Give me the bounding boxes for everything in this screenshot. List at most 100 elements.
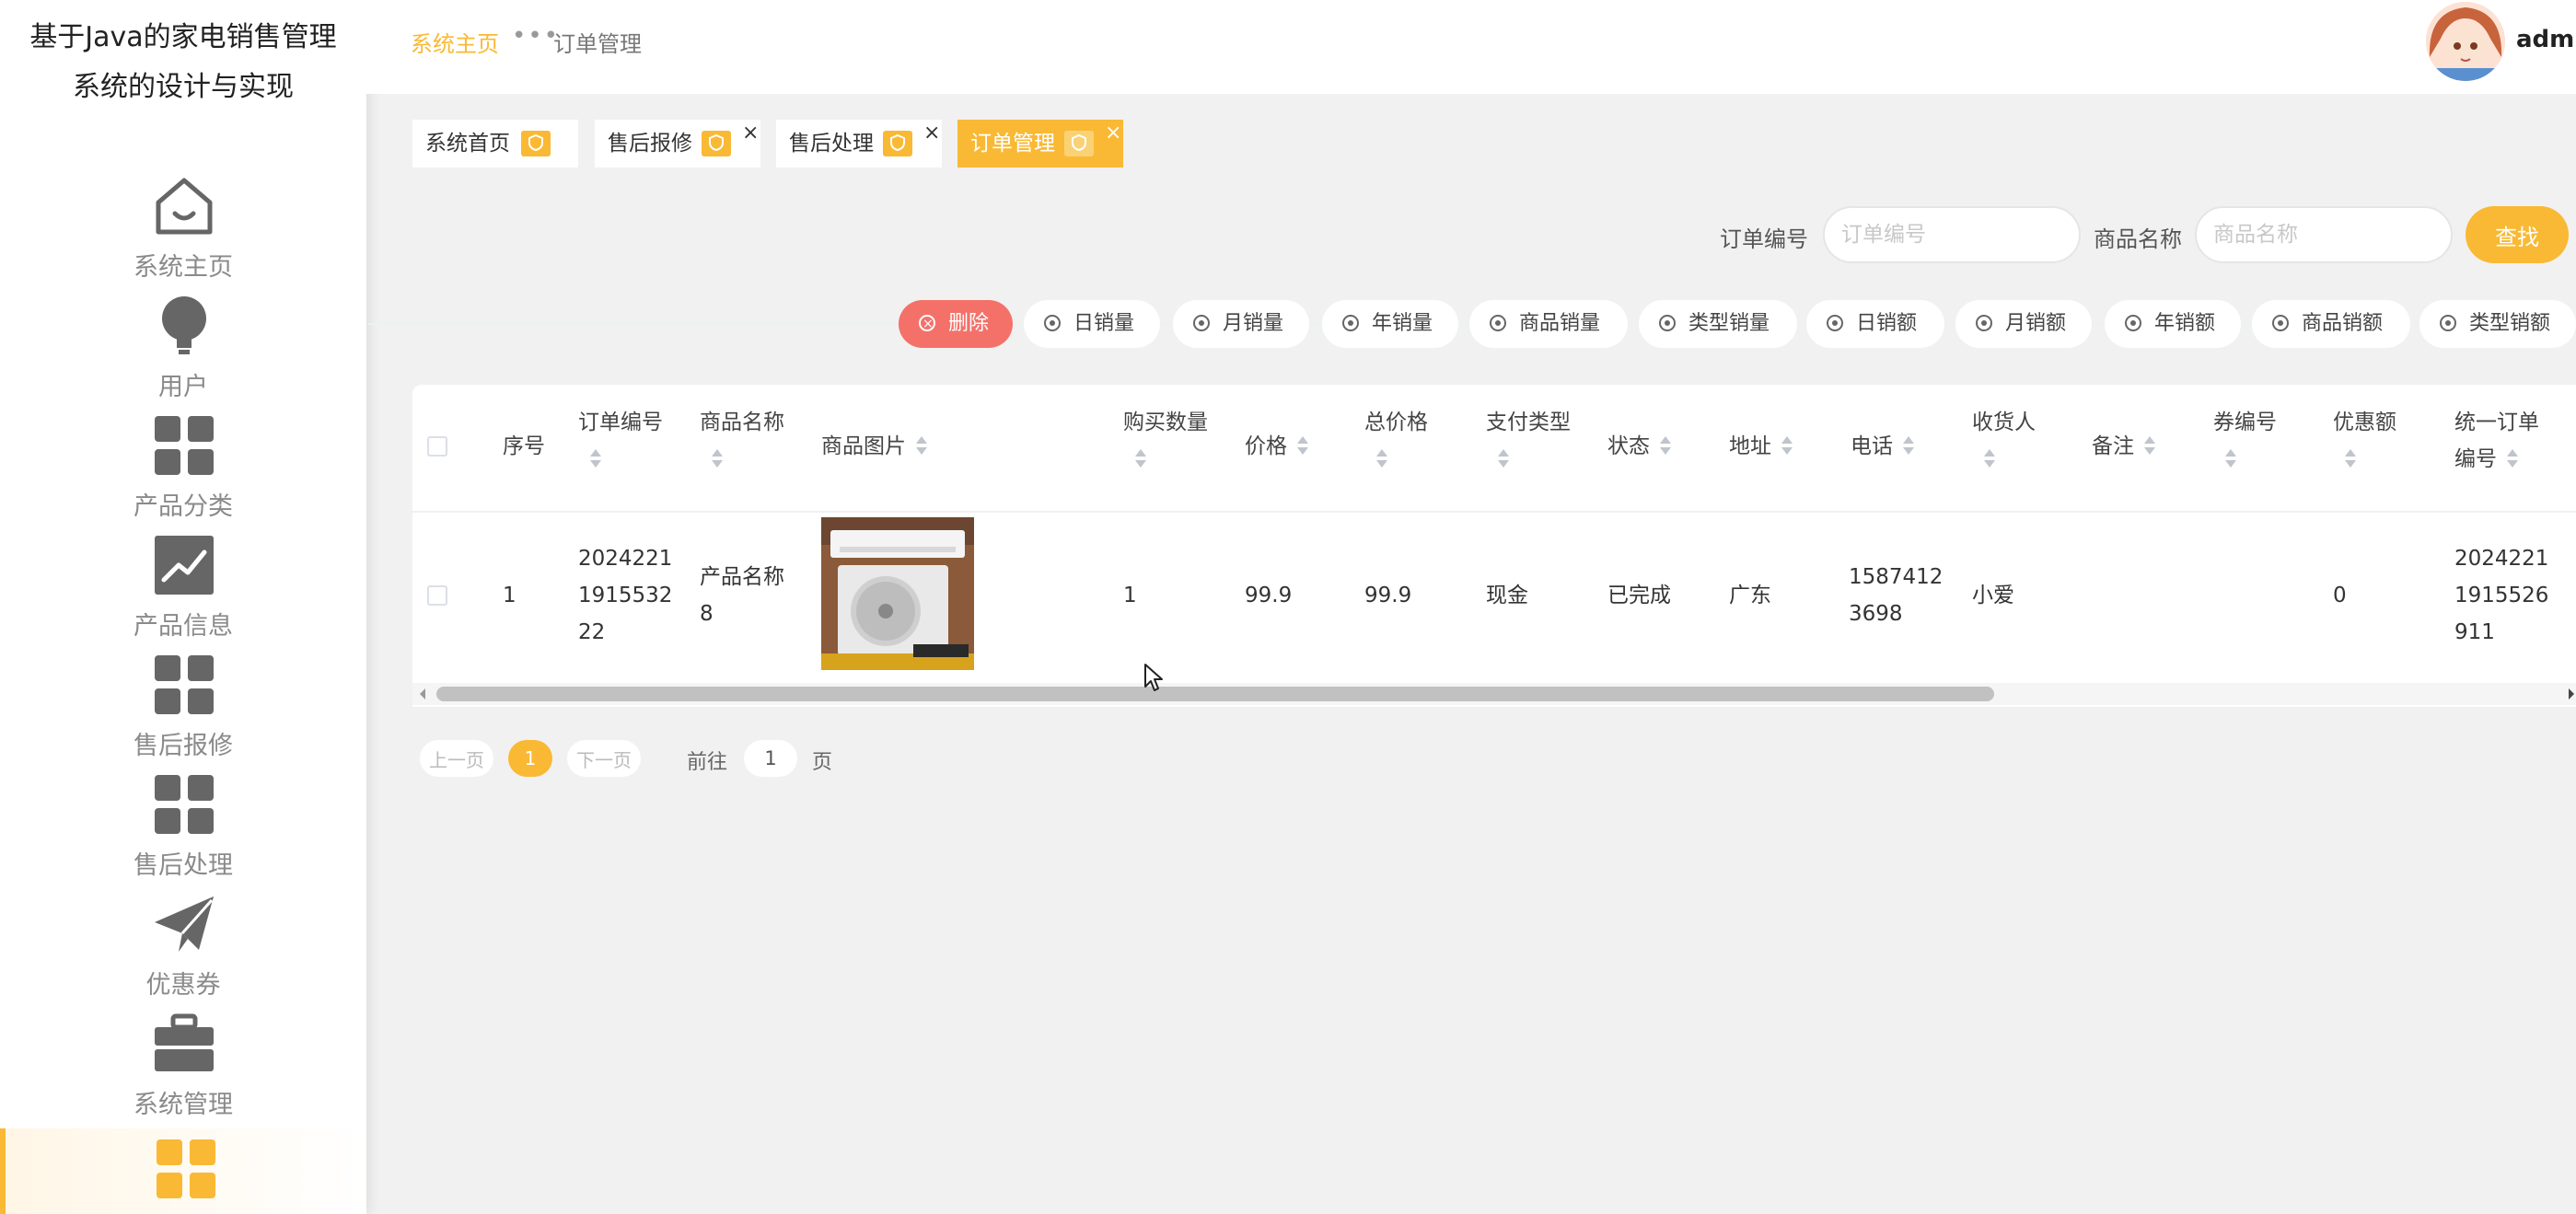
product-image[interactable]	[821, 517, 974, 670]
sidebar-item-user[interactable]: 用户	[0, 285, 366, 405]
user-name[interactable]: admin	[2516, 26, 2576, 53]
sort-icon[interactable]	[2506, 449, 2519, 469]
product-name-input[interactable]	[2195, 206, 2453, 263]
sidebar-item-label: 产品分类	[133, 492, 233, 521]
col-header-coupon-number[interactable]: 券编号	[2213, 405, 2277, 440]
order-number-input[interactable]	[1823, 206, 2081, 263]
grid-icon	[157, 1139, 215, 1198]
cell-order-number-line3: 22	[578, 620, 606, 644]
col-header-pay-type[interactable]: 支付类型	[1486, 405, 1571, 440]
sort-icon[interactable]	[915, 436, 928, 457]
col-header-product-image[interactable]: 商品图片	[821, 429, 906, 464]
yearly-sales-volume-button[interactable]: 年销量	[1322, 300, 1458, 348]
tab-order-management[interactable]: 订单管理 ×	[957, 120, 1123, 168]
prev-page-button[interactable]: 上一页	[420, 740, 493, 777]
page-jump-input[interactable]	[744, 740, 797, 777]
sort-icon[interactable]	[1902, 436, 1915, 457]
sidebar-item-after-sales-handling[interactable]: 售后处理	[0, 764, 366, 884]
tab-close-icon[interactable]: ×	[742, 123, 759, 144]
daily-sales-amount-button[interactable]: 日销额	[1806, 300, 1944, 348]
sort-icon[interactable]	[1134, 449, 1147, 469]
cell-unified-order-number-line2: 1915526	[2454, 584, 2549, 607]
col-header-order-number[interactable]: 订单编号	[578, 405, 663, 440]
col-header-receiver[interactable]: 收货人	[1972, 405, 2036, 440]
search-button[interactable]: 查找	[2466, 206, 2569, 263]
tab-label: 售后处理	[789, 132, 874, 156]
mouse-cursor-icon	[1144, 664, 1163, 691]
sort-icon[interactable]	[1659, 436, 1672, 457]
page-number-current[interactable]: 1	[508, 740, 552, 777]
col-header-total-price[interactable]: 总价格	[1364, 405, 1428, 440]
sidebar-item-coupon[interactable]: 优惠券	[0, 884, 366, 1003]
sort-icon[interactable]	[1497, 449, 1510, 469]
col-header-price[interactable]: 价格	[1245, 429, 1287, 464]
sort-icon[interactable]	[1296, 436, 1309, 457]
sidebar-item-order-management[interactable]	[0, 1128, 366, 1214]
sidebar-item-label: 产品信息	[133, 612, 233, 641]
col-header-status[interactable]: 状态	[1607, 429, 1650, 464]
tab-label: 订单管理	[970, 132, 1055, 156]
product-sales-amount-button[interactable]: 商品销额	[2252, 300, 2410, 348]
col-header-unified-order-number[interactable]: 统一订单	[2454, 405, 2539, 440]
category-sales-amount-button[interactable]: 类型销额	[2419, 300, 2576, 348]
sidebar-item-system-management[interactable]: 系统管理	[0, 1003, 366, 1123]
tab-close-icon[interactable]: ×	[923, 123, 940, 144]
avatar-image	[2426, 2, 2505, 81]
monthly-sales-volume-button[interactable]: 月销量	[1173, 300, 1309, 348]
delete-button[interactable]: 删除	[899, 300, 1013, 348]
cell-phone: 1587412	[1849, 565, 1944, 589]
row-checkbox[interactable]	[427, 585, 447, 606]
scroll-right-arrow-icon[interactable]	[2569, 688, 2574, 699]
shield-tag-icon	[702, 131, 731, 156]
col-header-phone[interactable]: 电话	[1851, 429, 1893, 464]
scrollbar-thumb[interactable]	[436, 687, 1994, 701]
button-label: 类型销额	[2469, 312, 2551, 335]
col-header-quantity[interactable]: 购买数量	[1123, 405, 1208, 440]
breadcrumb-home[interactable]: 系统主页	[411, 26, 499, 58]
paper-plane-icon	[155, 896, 214, 952]
col-header-discount[interactable]: 优惠额	[2333, 405, 2396, 440]
product-sales-volume-button[interactable]: 商品销量	[1469, 300, 1628, 348]
tab-after-sales-repair[interactable]: 售后报修 ×	[595, 120, 760, 168]
col-header-remark[interactable]: 备注	[2092, 429, 2134, 464]
sidebar-item-product-info[interactable]: 产品信息	[0, 525, 366, 644]
sidebar: 基于Java的家电销售管理 系统的设计与实现 系统主页 用户 产品分类 产品信息…	[0, 0, 366, 1214]
tab-after-sales-handling[interactable]: 售后处理 ×	[776, 120, 942, 168]
scroll-left-arrow-icon[interactable]	[420, 688, 425, 699]
sort-icon[interactable]	[1375, 449, 1388, 469]
col-header-product-name[interactable]: 商品名称	[700, 405, 784, 440]
sidebar-item-after-sales-repair[interactable]: 售后报修	[0, 644, 366, 764]
horizontal-scrollbar[interactable]	[412, 683, 2576, 705]
stat-icon	[1827, 315, 1843, 331]
cell-discount: 0	[2333, 584, 2347, 607]
sort-icon[interactable]	[2344, 449, 2357, 469]
category-sales-volume-button[interactable]: 类型销量	[1639, 300, 1797, 348]
goto-label: 前往	[687, 751, 728, 774]
sort-icon[interactable]	[711, 449, 724, 469]
monthly-sales-amount-button[interactable]: 月销额	[1955, 300, 2092, 348]
button-label: 商品销额	[2302, 312, 2384, 335]
tab-close-icon[interactable]: ×	[1105, 123, 1121, 144]
button-label: 月销量	[1223, 312, 1284, 335]
select-all-checkbox[interactable]	[427, 436, 447, 457]
sort-icon[interactable]	[589, 449, 602, 469]
sort-icon[interactable]	[1781, 436, 1793, 457]
col-header-index: 序号	[503, 434, 545, 458]
avatar[interactable]	[2426, 2, 2505, 81]
tab-home[interactable]: 系统首页	[412, 120, 578, 168]
sidebar-item-label: 优惠券	[145, 971, 221, 1000]
sort-icon[interactable]	[2224, 449, 2237, 469]
chart-icon	[155, 536, 214, 595]
next-page-button[interactable]: 下一页	[567, 740, 641, 777]
yearly-sales-amount-button[interactable]: 年销额	[2105, 300, 2241, 348]
col-header-address[interactable]: 地址	[1729, 429, 1771, 464]
sidebar-item-home[interactable]: 系统主页	[0, 166, 366, 285]
cell-product-name-line2: 8	[700, 602, 714, 626]
sidebar-item-product-category[interactable]: 产品分类	[0, 405, 366, 525]
button-label: 月销额	[2005, 312, 2067, 335]
sort-icon[interactable]	[1983, 449, 1996, 469]
cell-total-price: 99.9	[1364, 584, 1412, 607]
sort-icon[interactable]	[2143, 436, 2156, 457]
daily-sales-volume-button[interactable]: 日销量	[1024, 300, 1160, 348]
stat-icon	[1044, 315, 1061, 331]
